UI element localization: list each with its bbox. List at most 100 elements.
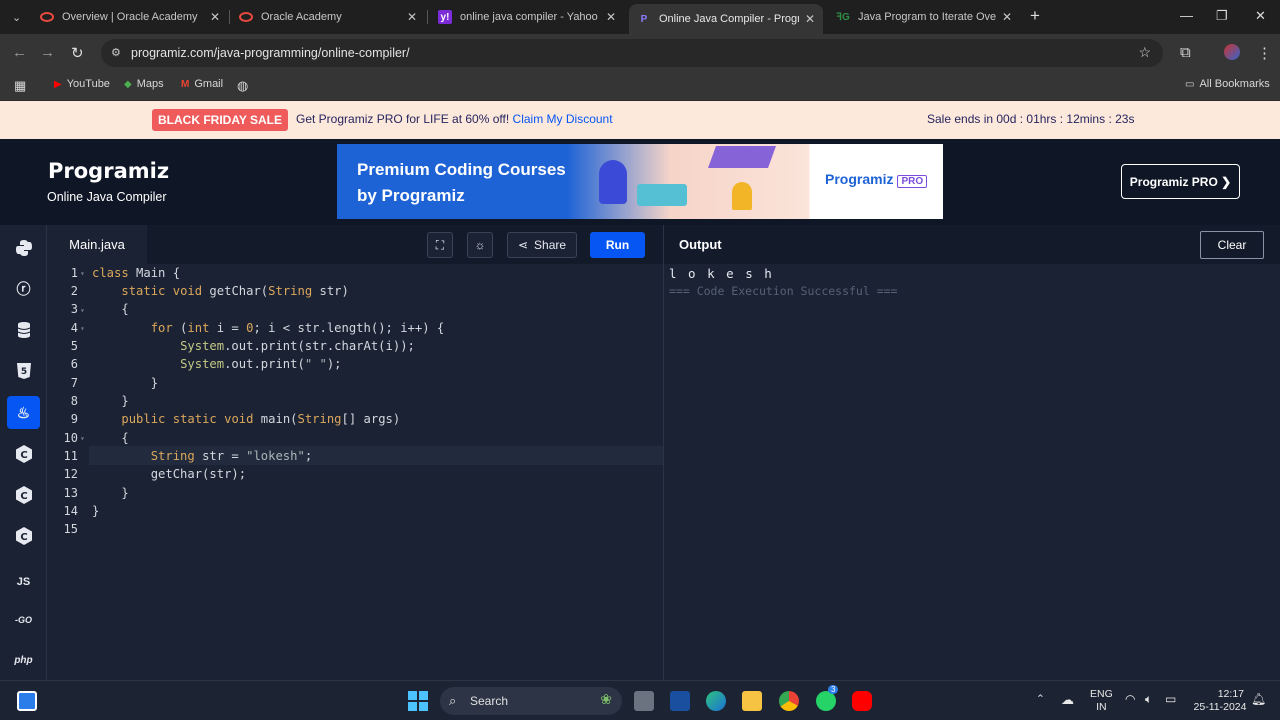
battery-icon[interactable]: ▭ bbox=[1165, 692, 1176, 706]
windows-start-icon[interactable] bbox=[408, 691, 428, 711]
python-icon[interactable] bbox=[7, 231, 40, 264]
output-panel: l o k e s h === Code Execution Successfu… bbox=[663, 264, 1280, 680]
show-hidden-icons[interactable]: ⌃ bbox=[1036, 693, 1045, 705]
taskbar-search[interactable]: ⌕ Search ❀ bbox=[440, 687, 622, 715]
extensions-icon[interactable]: ⧉ bbox=[1180, 44, 1191, 61]
reload-icon[interactable]: ↻ bbox=[71, 44, 84, 62]
html5-icon[interactable]: 5 bbox=[7, 354, 40, 387]
file-explorer-icon[interactable] bbox=[742, 691, 762, 711]
forward-icon[interactable]: → bbox=[40, 44, 55, 61]
language-code: ENG bbox=[1090, 688, 1113, 700]
js-icon[interactable]: JS bbox=[7, 565, 40, 598]
close-icon[interactable]: ✕ bbox=[407, 10, 417, 24]
tab-programiz-compiler[interactable]: P Online Java Compiler - Program ✕ bbox=[629, 4, 823, 34]
site-info-icon[interactable]: ⚙ bbox=[111, 46, 121, 59]
youtube-app-icon[interactable] bbox=[852, 691, 872, 711]
bookmark-maps[interactable]: ◆ Maps bbox=[124, 78, 164, 90]
program-output: l o k e s h bbox=[669, 266, 774, 281]
execution-status: === Code Execution Successful === bbox=[669, 284, 898, 298]
close-icon[interactable]: ✕ bbox=[606, 10, 616, 24]
apps-icon[interactable]: ▦ bbox=[14, 78, 26, 94]
address-bar[interactable]: ⚙ programiz.com/java-programming/online-… bbox=[101, 39, 1163, 67]
profile-avatar[interactable] bbox=[1224, 44, 1240, 60]
ad-banner[interactable]: Premium Coding Courses by Programiz Prog… bbox=[337, 144, 943, 219]
tab-search-button[interactable]: ⌄ bbox=[4, 8, 24, 26]
task-view-icon[interactable] bbox=[634, 691, 654, 711]
csharp-icon[interactable]: C bbox=[7, 519, 40, 552]
restore-icon[interactable]: ❐ bbox=[1216, 8, 1228, 24]
svg-text:5: 5 bbox=[20, 367, 26, 377]
chrome-icon[interactable] bbox=[779, 691, 799, 711]
svg-text:C: C bbox=[20, 491, 27, 502]
back-icon[interactable]: ← bbox=[12, 44, 27, 61]
folder-icon: ▭ bbox=[1185, 78, 1195, 90]
close-icon[interactable]: ✕ bbox=[1002, 10, 1012, 24]
language-indicator[interactable]: ENG IN bbox=[1090, 688, 1113, 714]
fold-icon[interactable]: ▾ bbox=[80, 269, 85, 278]
site-header: Programiz Online Java Compiler Premium C… bbox=[0, 139, 1280, 225]
share-button[interactable]: ⋖ Share bbox=[507, 232, 577, 258]
search-highlight-icon: ❀ bbox=[600, 691, 612, 707]
volume-icon[interactable]: 🔈︎ bbox=[1145, 692, 1152, 707]
page-title: Online Java Compiler bbox=[47, 190, 167, 204]
ad-pro-badge: PRO bbox=[897, 175, 928, 188]
edge-icon[interactable] bbox=[706, 691, 726, 711]
clear-button[interactable]: Clear bbox=[1200, 231, 1264, 259]
notification-bell-icon[interactable]: 🔔︎ bbox=[1251, 692, 1266, 706]
php-icon[interactable]: php bbox=[7, 644, 40, 677]
go-icon[interactable]: -GO bbox=[7, 603, 40, 636]
terminal-icon[interactable] bbox=[670, 691, 690, 711]
sql-icon[interactable] bbox=[7, 313, 40, 346]
bookmark-gmail[interactable]: M Gmail bbox=[181, 78, 223, 90]
java-icon[interactable]: ♨ bbox=[7, 396, 40, 429]
new-tab-icon[interactable]: + bbox=[1030, 6, 1040, 26]
globe-icon[interactable]: ◍ bbox=[237, 78, 248, 94]
bookmark-youtube[interactable]: ▶ YouTube bbox=[54, 78, 110, 90]
file-tab-main-java[interactable]: Main.java bbox=[47, 225, 147, 264]
clock[interactable]: 12:17 25-11-2024 bbox=[1190, 688, 1250, 714]
promo-banner: BLACK FRIDAY SALE Get Programiz PRO for … bbox=[0, 101, 1280, 139]
fold-icon[interactable]: ▾ bbox=[80, 324, 85, 333]
close-icon[interactable]: ✕ bbox=[210, 10, 220, 24]
claim-discount-link[interactable]: Claim My Discount bbox=[513, 112, 613, 126]
tab-gfg[interactable]: ꟻG Java Program to Iterate Over Ch ✕ bbox=[828, 4, 1020, 30]
fold-icon[interactable]: ▾ bbox=[80, 434, 85, 443]
tab-separator bbox=[229, 10, 230, 24]
maps-icon: ◆ bbox=[124, 78, 132, 90]
fold-icon[interactable]: ▾ bbox=[80, 306, 85, 315]
tab-oracle-overview[interactable]: Overview | Oracle Academy ✕ bbox=[32, 4, 228, 30]
svg-text:C: C bbox=[20, 532, 27, 543]
tab-oracle-academy[interactable]: Oracle Academy ✕ bbox=[231, 4, 425, 30]
widgets-icon[interactable] bbox=[17, 691, 37, 711]
wifi-icon[interactable]: ◠ bbox=[1125, 692, 1135, 706]
line-number: 12 bbox=[63, 467, 78, 481]
programiz-pro-button[interactable]: Programiz PRO ❯ bbox=[1121, 164, 1240, 199]
code-line: System.out.print(" "); bbox=[180, 357, 342, 371]
cpp-icon[interactable]: C bbox=[7, 478, 40, 511]
theme-toggle-icon[interactable]: ☼ bbox=[467, 232, 493, 258]
whatsapp-badge: 3 bbox=[828, 685, 839, 694]
minimize-icon[interactable]: — bbox=[1180, 8, 1193, 23]
line-number: 6 bbox=[70, 357, 78, 371]
svg-text:C: C bbox=[20, 450, 27, 461]
c-icon[interactable]: C bbox=[7, 437, 40, 470]
fullscreen-icon[interactable]: ⛶ bbox=[427, 232, 453, 258]
window-close-icon[interactable]: ✕ bbox=[1255, 8, 1266, 24]
run-button[interactable]: Run bbox=[590, 232, 645, 258]
all-bookmarks[interactable]: ▭ All Bookmarks bbox=[1185, 78, 1270, 90]
tab-title: online java compiler - Yahoo In bbox=[460, 11, 600, 23]
close-icon[interactable]: ✕ bbox=[805, 12, 815, 26]
line-number: 15 bbox=[63, 522, 78, 536]
bookmark-star-icon[interactable]: ☆ bbox=[1138, 44, 1151, 61]
line-number: 11 bbox=[63, 449, 78, 463]
programiz-logo[interactable]: Programiz bbox=[48, 159, 169, 183]
whatsapp-icon[interactable]: 3 bbox=[816, 685, 839, 711]
onedrive-icon[interactable]: ☁ bbox=[1061, 692, 1074, 708]
menu-icon[interactable]: ⋮ bbox=[1257, 44, 1272, 62]
gmail-icon: M bbox=[181, 78, 190, 90]
browser-tab-strip: ⌄ Overview | Oracle Academy ✕ Oracle Aca… bbox=[0, 0, 1280, 34]
tab-yahoo-search[interactable]: y! online java compiler - Yahoo In ✕ bbox=[430, 4, 624, 30]
r-icon[interactable]: ⓡ bbox=[7, 272, 40, 305]
illustration-books bbox=[637, 184, 687, 206]
code-editor[interactable]: 1 2 3 4 5 6 7 8 9 10 11 12 13 14 15 ▾ ▾ ▾ ▾ class Main… bbox=[47, 264, 663, 680]
